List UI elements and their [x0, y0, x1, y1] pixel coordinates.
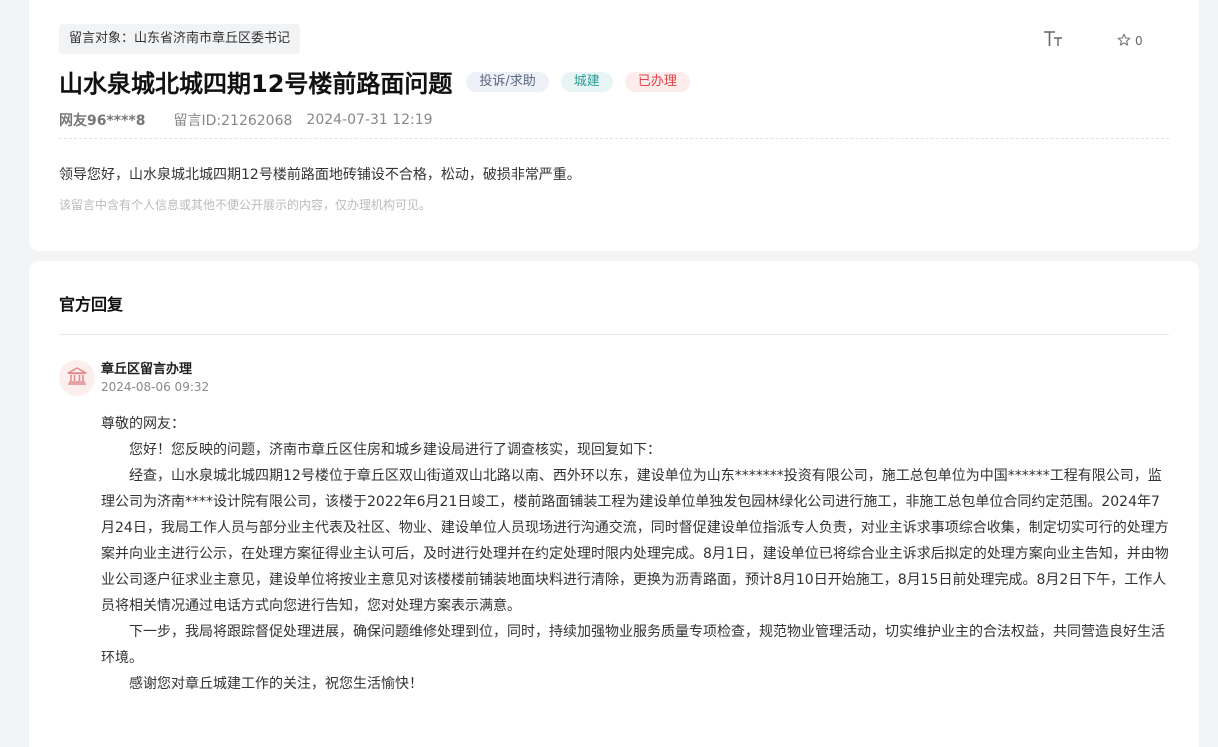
reply-closing: 感谢您对章丘城建工作的关注，祝您生活愉快！: [129, 676, 423, 692]
reply-paragraph: 下一步，我局将跟踪督促处理进展，确保问题维修处理到位，同时，持续加强物业服务质量…: [101, 624, 1165, 666]
divider: [59, 138, 1169, 139]
reply-body: 尊敬的网友： 您好！您反映的问题，济南市章丘区住房和城乡建设局进行了调查核实，现…: [101, 411, 1171, 697]
reply-greeting: 尊敬的网友：: [101, 416, 185, 432]
type-badge: 投诉/求助: [466, 71, 549, 92]
reply-org: 章丘区留言办理: [101, 362, 193, 377]
status-badge: 已办理: [624, 71, 690, 92]
reply-time: 2024-08-06 09:32: [101, 380, 210, 394]
reply-paragraph: 您好！您反映的问题，济南市章丘区住房和城乡建设局进行了调查核实，现回复如下：: [129, 442, 661, 458]
star-icon: [1117, 33, 1131, 50]
font-size-icon[interactable]: [1042, 28, 1064, 50]
message-date: 2024-07-31 12:19: [306, 112, 433, 128]
author-name: 网友96****8: [59, 113, 146, 129]
message-card: 留言对象：山东省济南市章丘区委书记 0 山水泉城北城四期12号楼前路面问题 投诉…: [29, 0, 1199, 251]
government-building-icon: [66, 365, 88, 391]
message-target: 留言对象：山东省济南市章丘区委书记: [59, 24, 301, 54]
message-content: 领导您好，山水泉城北城四期12号楼前路面地砖铺设不合格，松动，破损非常严重。: [59, 167, 581, 183]
reply-paragraph: 经查，山水泉城北城四期12号楼位于章丘区双山街道双山北路以南、西外环以东，建设单…: [101, 468, 1169, 614]
avatar: [59, 360, 95, 396]
category-badge: 城建: [560, 71, 613, 92]
reply-heading: 官方回复: [59, 295, 124, 314]
reply-card: 官方回复 章丘区留言办理 2024-08-06 09:32 尊敬的网友： 您好！…: [29, 261, 1199, 747]
page-title: 山水泉城北城四期12号楼前路面问题: [59, 70, 453, 98]
favorite-button[interactable]: 0: [1117, 32, 1143, 50]
divider: [59, 334, 1169, 335]
message-id: 留言ID:21262068: [173, 113, 293, 129]
message-meta: 网友96****8 留言ID:21262068 2024-07-31 12:19: [59, 110, 433, 130]
privacy-note: 该留言中含有个人信息或其他不便公开展示的内容，仅办理机构可见。: [59, 198, 432, 212]
title-row: 山水泉城北城四期12号楼前路面问题 投诉/求助 城建 已办理: [59, 64, 690, 99]
favorite-count: 0: [1135, 34, 1143, 48]
